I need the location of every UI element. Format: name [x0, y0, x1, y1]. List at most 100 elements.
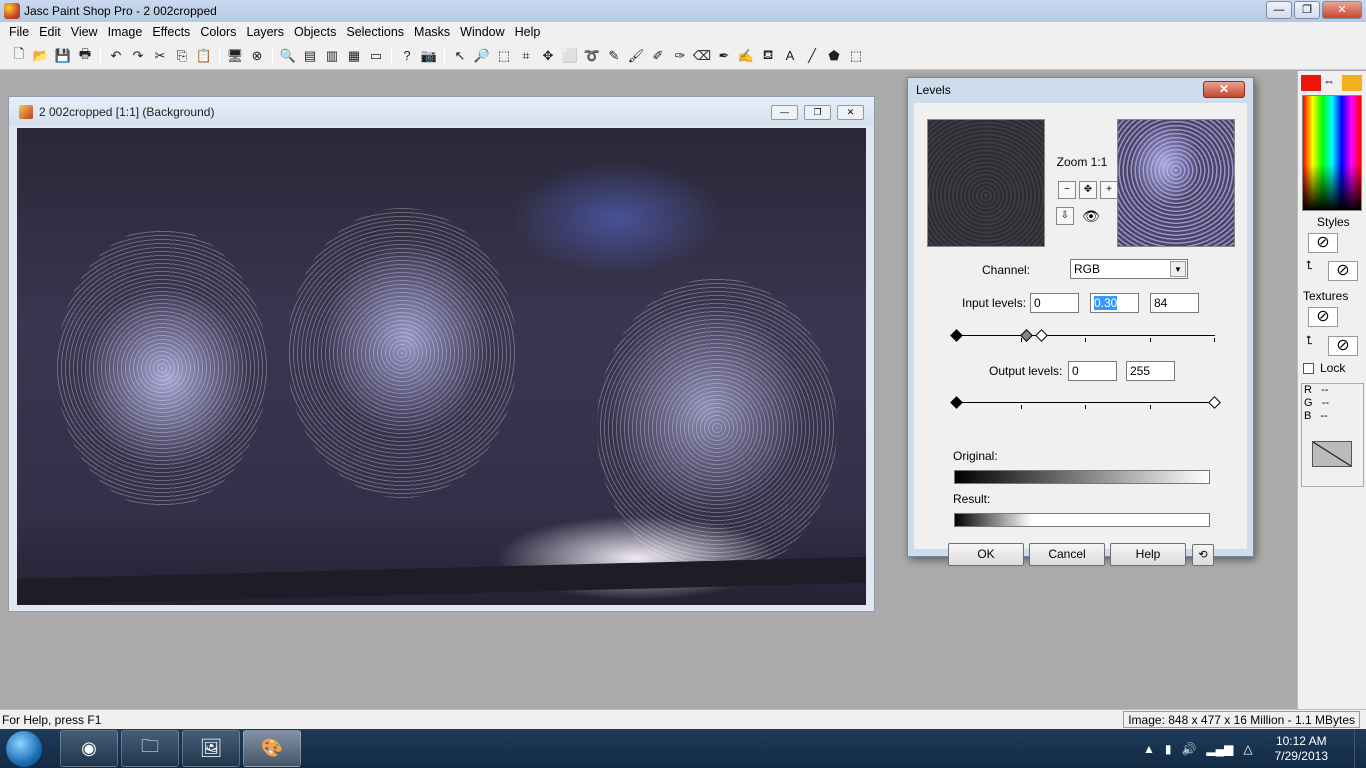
maximize-button[interactable]: ❐ [1294, 1, 1320, 19]
input-high-field[interactable]: 84 [1150, 293, 1199, 313]
menu-objects[interactable]: Objects [289, 25, 341, 39]
deform-icon[interactable]: ⬚ [493, 45, 515, 67]
menu-masks[interactable]: Masks [409, 25, 455, 39]
undo-icon[interactable]: ↶ [105, 45, 127, 67]
cancel-button[interactable]: Cancel [1029, 543, 1105, 566]
palette-icon[interactable]: ▥ [321, 45, 343, 67]
paste-icon[interactable]: 📋 [193, 45, 215, 67]
airbrush-icon[interactable]: ✍ [735, 45, 757, 67]
output-low-handle[interactable] [950, 396, 963, 409]
pictures-icon[interactable]: 🖼 [182, 730, 240, 767]
save-icon[interactable]: 💾 [52, 45, 74, 67]
swap-textures-icon[interactable]: ⮤ [1306, 333, 1313, 348]
copy-icon[interactable]: ⎘ [171, 45, 193, 67]
window-icon[interactable]: ▭ [365, 45, 387, 67]
minimize-button[interactable]: — [1266, 1, 1292, 19]
zoom-in-icon[interactable]: + [1100, 181, 1118, 199]
volume-icon[interactable]: 🔊 [1181, 742, 1196, 756]
textures-bg-none-icon[interactable]: ⊘ [1328, 336, 1358, 356]
clock[interactable]: 10:12 AM 7/29/2013 [1275, 734, 1328, 764]
no-color-swatch[interactable] [1312, 441, 1352, 467]
paintshop-icon[interactable]: 🎨 [243, 730, 301, 767]
output-low-field[interactable]: 0 [1068, 361, 1117, 381]
input-high-handle[interactable] [1035, 329, 1048, 342]
swap-styles-icon[interactable]: ⮤ [1306, 258, 1313, 273]
image-minimize-button[interactable]: — [771, 105, 798, 120]
clone-icon[interactable]: ✐ [647, 45, 669, 67]
help-icon[interactable]: ? [396, 45, 418, 67]
reset-icon[interactable]: ⟲ [1192, 544, 1214, 566]
close-doc-icon[interactable]: ⊗ [246, 45, 268, 67]
line-icon[interactable]: ╱ [801, 45, 823, 67]
lock-checkbox[interactable] [1303, 363, 1314, 374]
zoom-tool-icon[interactable]: 🔎 [471, 45, 493, 67]
start-button-icon[interactable] [6, 731, 42, 767]
channel-select[interactable]: RGB ▼ [1070, 259, 1188, 279]
swap-colors-icon[interactable]: ⇔ [1323, 74, 1335, 88]
input-low-field[interactable]: 0 [1030, 293, 1079, 313]
chevron-down-icon[interactable]: ▼ [1170, 261, 1186, 277]
select-icon[interactable]: ⬜ [559, 45, 581, 67]
styles-bg-none-icon[interactable]: ⊘ [1328, 261, 1358, 281]
image-window[interactable]: 2 002cropped [1:1] (Background) — ❐ ✕ [8, 96, 875, 612]
image-window-title-bar[interactable]: 2 002cropped [1:1] (Background) [9, 97, 874, 126]
pan-icon[interactable]: ✥ [1079, 181, 1097, 199]
image-close-button[interactable]: ✕ [837, 105, 864, 120]
output-levels-slider[interactable] [950, 396, 1221, 409]
zoom-out-icon[interactable]: − [1058, 181, 1076, 199]
picture-tube-icon[interactable]: ✒ [713, 45, 735, 67]
battery-icon[interactable]: ▮ [1165, 742, 1172, 756]
levels-close-button[interactable]: ✕ [1203, 81, 1245, 98]
color-spectrum[interactable] [1302, 95, 1362, 211]
open-icon[interactable]: 📂 [30, 45, 52, 67]
layer-icon[interactable]: ▦ [343, 45, 365, 67]
output-high-field[interactable]: 255 [1126, 361, 1175, 381]
textures-none-icon[interactable]: ⊘ [1308, 307, 1338, 327]
original-preview[interactable] [927, 119, 1045, 247]
text-icon[interactable]: A [779, 45, 801, 67]
redo-icon[interactable]: ↷ [127, 45, 149, 67]
drive-icon[interactable]: △ [1243, 742, 1252, 756]
input-gamma-field[interactable]: 0.30 [1090, 293, 1139, 313]
print-icon[interactable]: 🖶 [74, 45, 96, 67]
lock-preview-icon[interactable]: ⇩ [1056, 207, 1074, 225]
flood-fill-icon[interactable]: ⛾ [757, 45, 779, 67]
foreground-color-swatch[interactable] [1301, 75, 1321, 91]
image-canvas[interactable] [17, 128, 866, 605]
result-preview[interactable] [1117, 119, 1235, 247]
show-hidden-icon[interactable]: ▲ [1143, 742, 1155, 756]
new-icon[interactable]: 🗋 [8, 45, 30, 67]
menu-edit[interactable]: Edit [34, 25, 66, 39]
histogram-icon[interactable]: ▤ [299, 45, 321, 67]
menu-window[interactable]: Window [455, 25, 509, 39]
image-restore-button[interactable]: ❐ [804, 105, 831, 120]
menu-view[interactable]: View [66, 25, 103, 39]
eye-icon[interactable]: 👁 [1074, 207, 1108, 225]
browse-icon[interactable]: 🖥 [224, 45, 246, 67]
close-button[interactable]: ✕ [1322, 1, 1362, 19]
output-high-handle[interactable] [1208, 396, 1221, 409]
styles-none-icon[interactable]: ⊘ [1308, 233, 1338, 253]
cut-icon[interactable]: ✂ [149, 45, 171, 67]
menu-selections[interactable]: Selections [341, 25, 409, 39]
mover-icon[interactable]: ✥ [537, 45, 559, 67]
help-button[interactable]: Help [1110, 543, 1186, 566]
input-levels-slider[interactable] [950, 329, 1215, 342]
eraser-icon[interactable]: ⌫ [691, 45, 713, 67]
freehand-icon[interactable]: ➰ [581, 45, 603, 67]
show-desktop-button[interactable] [1354, 729, 1366, 768]
background-color-swatch[interactable] [1342, 75, 1362, 91]
menu-file[interactable]: File [4, 25, 34, 39]
menu-effects[interactable]: Effects [147, 25, 195, 39]
network-icon[interactable]: ▂▄▆ [1206, 742, 1233, 756]
ok-button[interactable]: OK [948, 543, 1024, 566]
scratch-icon[interactable]: ✑ [669, 45, 691, 67]
menu-layers[interactable]: Layers [241, 25, 289, 39]
menu-colors[interactable]: Colors [195, 25, 241, 39]
shape-icon[interactable]: ⬟ [823, 45, 845, 67]
dropper-icon[interactable]: ✎ [603, 45, 625, 67]
explorer-icon[interactable]: 🗀 [121, 730, 179, 767]
brush-icon[interactable]: 🖌 [625, 45, 647, 67]
zoom-icon[interactable]: 🔍 [277, 45, 299, 67]
menu-help[interactable]: Help [510, 25, 546, 39]
